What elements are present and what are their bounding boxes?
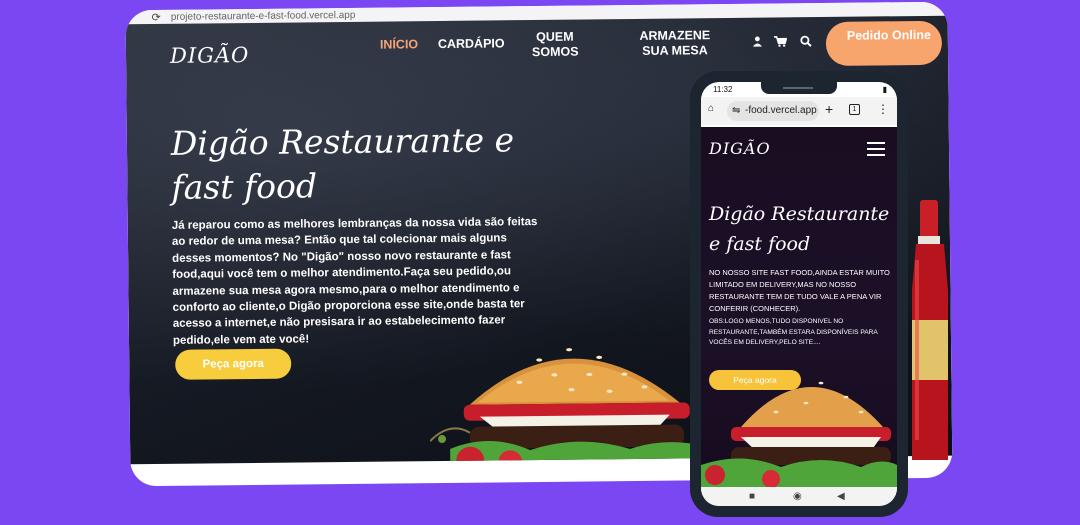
user-icon[interactable]	[752, 36, 763, 50]
more-options-icon[interactable]: ⋮	[877, 102, 889, 116]
mobile-browser-bar: ⌂ ⇋ -food.vercel.app + 1 ⋮	[701, 97, 897, 125]
mobile-hero-title: Digão Restaurante e fast food	[709, 203, 890, 255]
phone-mockup: 11:32 ▮ ⌂ ⇋ -food.vercel.app + 1 ⋮ DIGÃO…	[690, 71, 908, 517]
burger-image	[429, 348, 721, 465]
site-logo[interactable]: DIGÃO	[170, 43, 250, 68]
tab-switcher-icon[interactable]: 1	[849, 104, 860, 115]
nav-item-quem-somos[interactable]: QUEM SOMOS	[532, 30, 579, 60]
nav-item-cardapio[interactable]: CARDÁPIO	[438, 36, 505, 52]
recents-icon[interactable]: ■	[749, 491, 755, 502]
mobile-logo[interactable]: DIGÃO	[709, 139, 771, 158]
status-time: 11:32	[713, 85, 733, 94]
mobile-url: -food.vercel.app	[745, 105, 817, 116]
new-tab-icon[interactable]: +	[825, 101, 833, 117]
battery-icon: ▮	[882, 85, 887, 94]
nav-item-armazene-sua-mesa[interactable]: ARMAZENE SUA MESA	[630, 28, 720, 59]
phone-screen: 11:32 ▮ ⌂ ⇋ -food.vercel.app + 1 ⋮ DIGÃO…	[701, 82, 897, 506]
cart-icon[interactable]	[773, 35, 788, 50]
hamburger-menu-icon[interactable]	[867, 142, 885, 156]
mobile-order-now-button[interactable]: Peça agora	[709, 370, 801, 390]
home-circle-icon[interactable]: ◉	[793, 491, 802, 502]
mobile-website: DIGÃO Digão Restaurante e fast food NO N…	[701, 127, 897, 487]
back-icon[interactable]: ◀	[837, 491, 845, 502]
home-icon[interactable]: ⌂	[708, 103, 714, 114]
phone-status-bar: 11:32 ▮	[701, 82, 897, 96]
order-online-button[interactable]: Pedido Online	[825, 20, 943, 66]
mobile-hero-note: OBS:LOGO MENOS,TUDO DISPONIVEL NO RESTAU…	[709, 318, 878, 346]
mobile-url-field[interactable]: ⇋ -food.vercel.app	[727, 101, 819, 121]
mobile-hero-text: NO NOSSO SITE FAST FOOD,AINDA ESTAR MUIT…	[709, 268, 890, 313]
hero-title: Digão Restaurante e fast food	[170, 120, 515, 207]
reload-icon[interactable]: ⟳	[152, 10, 161, 23]
android-nav-bar: ■ ◉ ◀	[701, 487, 897, 506]
search-icon[interactable]	[800, 35, 812, 50]
nav-item-inicio[interactable]: INÍCIO	[380, 37, 418, 52]
site-settings-icon[interactable]: ⇋	[732, 101, 740, 121]
ketchup-bottle-image	[912, 200, 948, 460]
browser-url[interactable]: projeto-restaurante-e-fast-food.vercel.a…	[171, 9, 356, 22]
order-now-button[interactable]: Peça agora	[175, 348, 292, 380]
